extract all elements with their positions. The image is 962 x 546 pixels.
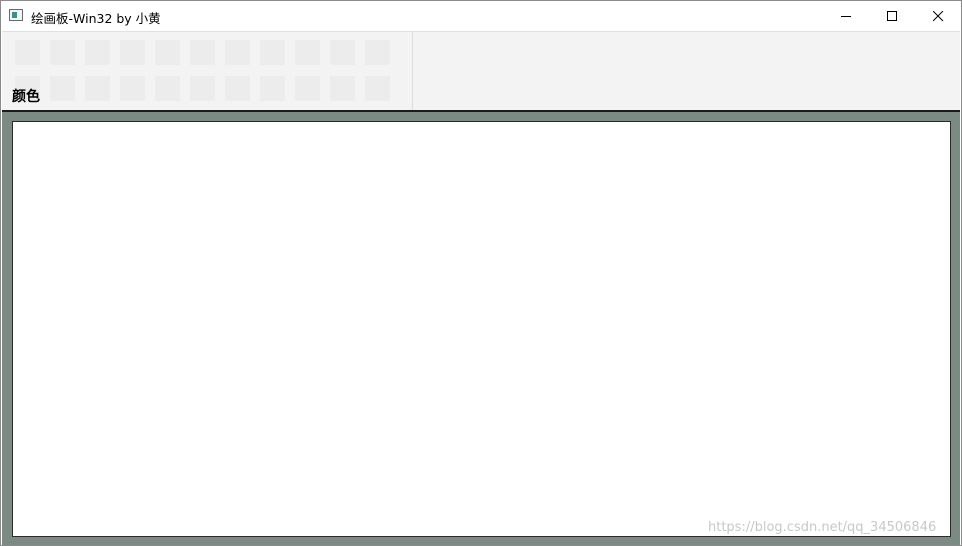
color-swatch[interactable] [225,40,250,65]
color-swatch[interactable] [85,40,110,65]
app-icon [9,9,23,21]
color-label: 颜色 [12,89,40,105]
color-swatch[interactable] [50,76,75,101]
toolbar-divider [412,32,413,110]
title-bar[interactable]: 绘画板-Win32 by 小黄 [1,1,961,31]
color-swatch[interactable] [260,40,285,65]
color-swatch[interactable] [190,76,215,101]
minimize-icon [841,16,851,17]
color-swatch[interactable] [50,40,75,65]
color-swatch[interactable] [155,76,180,101]
color-swatch[interactable] [85,76,110,101]
canvas-frame [2,112,960,545]
close-icon [933,11,944,22]
watermark: https://blog.csdn.net/qq_34506846 [708,520,937,535]
maximize-button[interactable] [869,1,915,31]
color-swatch[interactable] [330,76,355,101]
color-swatch[interactable] [365,76,390,101]
color-swatch[interactable] [295,76,320,101]
color-swatch[interactable] [15,40,40,65]
color-swatch[interactable] [225,76,250,101]
color-swatch[interactable] [260,76,285,101]
app-window: 绘画板-Win32 by 小黄 颜色 https://blog.csdn.net… [0,0,962,546]
color-swatch[interactable] [330,40,355,65]
color-swatch[interactable] [190,40,215,65]
window-title: 绘画板-Win32 by 小黄 [31,11,161,26]
color-swatch[interactable] [120,40,145,65]
maximize-icon [887,11,897,21]
minimize-button[interactable] [823,1,869,31]
color-swatch[interactable] [365,40,390,65]
color-swatch[interactable] [155,40,180,65]
color-swatch[interactable] [295,40,320,65]
drawing-canvas[interactable] [12,121,951,537]
color-swatch[interactable] [120,76,145,101]
color-toolbar: 颜色 [2,31,960,112]
close-button[interactable] [915,1,961,31]
